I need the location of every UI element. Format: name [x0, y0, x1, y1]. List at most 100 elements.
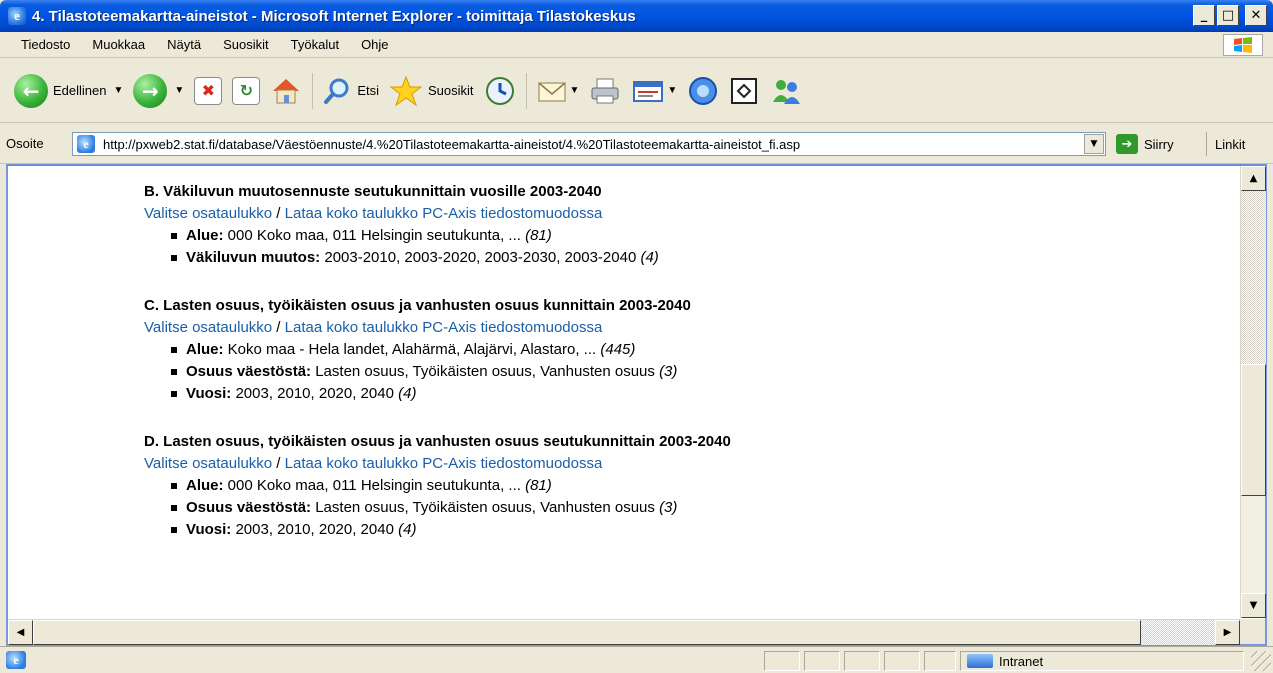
mail-button[interactable]: ▼: [536, 77, 580, 105]
list-item: Vuosi: 2003, 2010, 2020, 2040 (4): [171, 383, 691, 405]
variable-value: 2003, 2010, 2020, 2040: [231, 385, 399, 402]
list-item: Osuus väestöstä: Lasten osuus, Työikäist…: [171, 497, 731, 519]
intranet-icon: [967, 654, 993, 668]
refresh-button[interactable]: ↻: [232, 76, 261, 105]
list-item: Vuosi: 2003, 2010, 2020, 2040 (4): [171, 519, 731, 541]
list-item: Alue: 000 Koko maa, 011 Helsingin seutuk…: [171, 225, 659, 247]
variable-value: 000 Koko maa, 011 Helsingin seutukunta, …: [223, 227, 526, 244]
select-subtable-link[interactable]: Valitse osataulukko: [144, 455, 272, 472]
windows-logo-icon: [1223, 34, 1263, 56]
maximize-icon: □: [1221, 8, 1235, 23]
chevron-down-icon[interactable]: ▼: [667, 85, 677, 96]
link-separator: /: [272, 319, 285, 336]
maximize-button[interactable]: □: [1217, 5, 1239, 26]
menu-file[interactable]: Tiedosto: [0, 37, 81, 52]
discuss-button[interactable]: [687, 75, 719, 107]
stop-icon: ✖: [194, 76, 223, 105]
arrow-down-icon: ▼: [1249, 600, 1258, 611]
address-input[interactable]: e http://pxweb2.stat.fi/database/Väestöe…: [72, 132, 1106, 156]
menu-edit[interactable]: Muokkaa: [81, 37, 156, 52]
select-subtable-link[interactable]: Valitse osataulukko: [144, 205, 272, 222]
variable-key: Vuosi:: [186, 521, 232, 538]
links-button[interactable]: Linkit: [1206, 132, 1245, 156]
variable-count: (4): [640, 249, 659, 266]
browser-viewport: B. Väkiluvun muutosennuste seutukunnitta…: [6, 164, 1267, 646]
vertical-scroll-thumb[interactable]: [1241, 364, 1266, 496]
list-item: Alue: Koko maa - Hela landet, Alahärmä, …: [171, 339, 691, 361]
status-bar: e Intranet: [0, 646, 1273, 673]
history-button[interactable]: [484, 75, 516, 107]
address-label: Osoite: [6, 136, 44, 151]
research-icon: [731, 77, 758, 104]
print-button[interactable]: [589, 76, 621, 106]
messenger-button[interactable]: [769, 76, 803, 106]
variable-key: Alue:: [186, 341, 224, 358]
status-cell: [924, 651, 956, 671]
favorites-button[interactable]: Suosikit: [389, 75, 474, 107]
window-title: 4. Tilastoteemakartta-aineistot - Micros…: [32, 7, 636, 25]
edit-button[interactable]: ▼: [631, 77, 677, 105]
home-button[interactable]: [270, 76, 302, 106]
table-section-c: C. Lasten osuus, työikäisten osuus ja va…: [144, 295, 691, 405]
scroll-track[interactable]: [1241, 191, 1266, 364]
select-subtable-link[interactable]: Valitse osataulukko: [144, 319, 272, 336]
chevron-down-icon[interactable]: ▼: [570, 85, 580, 96]
menu-view[interactable]: Näytä: [156, 37, 212, 52]
page-status-icon: e: [6, 651, 26, 669]
links-label: Linkit: [1215, 136, 1246, 152]
research-button[interactable]: [729, 76, 759, 106]
status-cell: [844, 651, 880, 671]
forward-arrow-icon: →: [133, 73, 168, 108]
download-pcaxis-link[interactable]: Lataa koko taulukko PC-Axis tiedostomuod…: [285, 319, 603, 336]
variable-count: (445): [600, 341, 636, 358]
horizontal-scrollbar[interactable]: ◀ ▶: [8, 619, 1240, 645]
scroll-track[interactable]: [1141, 620, 1215, 645]
arrow-left-icon: ◀: [16, 627, 25, 638]
go-button[interactable]: ➔ Siirry: [1116, 134, 1174, 154]
section-title: C. Lasten osuus, työikäisten osuus ja va…: [144, 297, 691, 314]
edit-page-icon: [633, 80, 664, 102]
menu-tools[interactable]: Työkalut: [280, 37, 350, 52]
menu-help[interactable]: Ohje: [350, 37, 399, 52]
page-content: B. Väkiluvun muutosennuste seutukunnitta…: [8, 166, 1240, 618]
scroll-right-button[interactable]: ▶: [1215, 620, 1240, 645]
chevron-down-icon[interactable]: ▼: [114, 85, 124, 96]
security-zone[interactable]: Intranet: [960, 651, 1244, 671]
toolbar-separator: [525, 72, 528, 109]
back-button[interactable]: ← Edellinen ▼: [14, 73, 124, 108]
horizontal-scroll-thumb[interactable]: [33, 620, 1141, 645]
variable-count: (4): [398, 521, 417, 538]
scroll-down-button[interactable]: ▼: [1241, 593, 1266, 618]
chevron-down-icon[interactable]: ▼: [174, 85, 184, 96]
list-item: Alue: 000 Koko maa, 011 Helsingin seutuk…: [171, 475, 731, 497]
variable-count: (81): [525, 477, 552, 494]
close-icon: ✕: [1250, 8, 1262, 23]
minimize-button[interactable]: _: [1193, 5, 1215, 26]
go-arrow-icon: ➔: [1116, 134, 1138, 154]
arrow-up-icon: ▲: [1249, 173, 1258, 184]
variable-list: Alue: 000 Koko maa, 011 Helsingin seutuk…: [144, 475, 731, 541]
stop-button[interactable]: ✖: [194, 76, 223, 105]
forward-button[interactable]: → ▼: [133, 73, 184, 108]
close-button[interactable]: ✕: [1245, 5, 1267, 26]
variable-list: Alue: 000 Koko maa, 011 Helsingin seutuk…: [144, 225, 659, 269]
favorites-label: Suosikit: [427, 83, 474, 98]
scroll-up-button[interactable]: ▲: [1241, 166, 1266, 191]
status-cell: [804, 651, 840, 671]
address-url[interactable]: http://pxweb2.stat.fi/database/Väestöenn…: [103, 137, 1063, 152]
table-section-d: D. Lasten osuus, työikäisten osuus ja va…: [144, 431, 731, 541]
section-links: Valitse osataulukko / Lataa koko taulukk…: [144, 317, 691, 339]
list-item: Osuus väestöstä: Lasten osuus, Työikäist…: [171, 361, 691, 383]
resize-grip[interactable]: [1251, 651, 1271, 671]
section-links: Valitse osataulukko / Lataa koko taulukk…: [144, 203, 659, 225]
download-pcaxis-link[interactable]: Lataa koko taulukko PC-Axis tiedostomuod…: [285, 205, 603, 222]
search-button[interactable]: Etsi: [322, 76, 379, 106]
chevron-down-icon[interactable]: ▼: [1084, 134, 1104, 154]
download-pcaxis-link[interactable]: Lataa koko taulukko PC-Axis tiedostomuod…: [285, 455, 603, 472]
scroll-left-button[interactable]: ◀: [8, 620, 33, 645]
toolbar: ← Edellinen ▼ → ▼ ✖ ↻ Etsi Suosikit ▼ ▼: [0, 59, 1273, 123]
title-bar[interactable]: e 4. Tilastoteemakartta-aineistot - Micr…: [0, 0, 1273, 32]
menu-favorites[interactable]: Suosikit: [212, 37, 280, 52]
vertical-scrollbar[interactable]: ▲ ▼: [1240, 166, 1266, 618]
ie-icon: e: [8, 7, 26, 25]
